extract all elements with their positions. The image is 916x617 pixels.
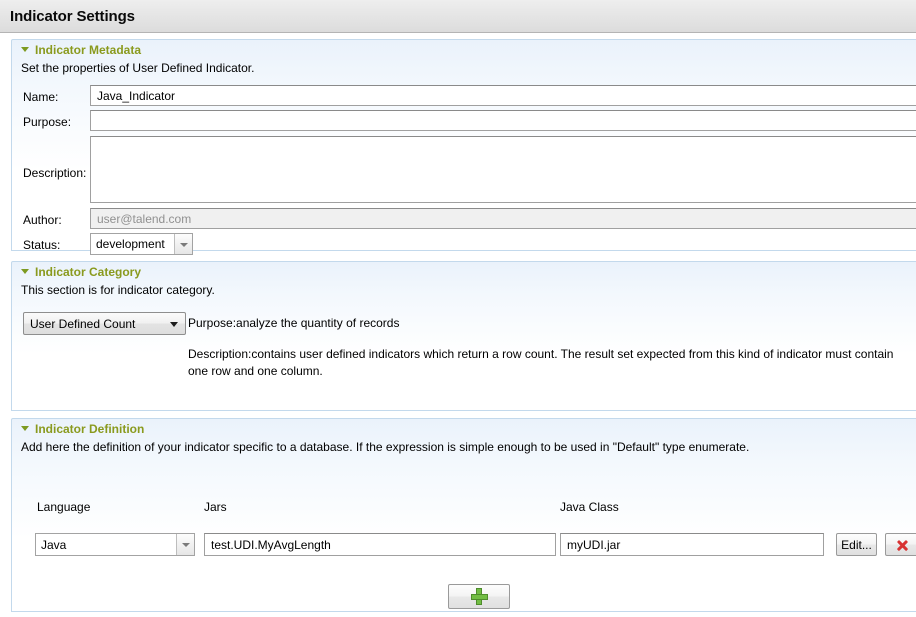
section-header-indicator-category[interactable]: Indicator Category [12, 262, 916, 281]
section-indicator-metadata: Indicator Metadata Set the properties of… [11, 39, 916, 251]
status-combo[interactable]: development [90, 233, 193, 255]
category-purpose-text: Purpose:analyze the quantity of records [188, 316, 913, 330]
chevron-down-icon[interactable] [174, 234, 192, 254]
edit-button-label: Edit... [841, 538, 872, 552]
chevron-down-icon [21, 45, 30, 54]
window-title-bar: Indicator Settings [0, 0, 916, 33]
name-label: Name: [23, 90, 58, 104]
green-plus-icon [471, 588, 488, 605]
section-indicator-definition: Indicator Definition Add here the defini… [11, 418, 916, 612]
red-x-icon [895, 538, 909, 552]
page-title: Indicator Settings [10, 8, 135, 25]
section-indicator-category: Indicator Category This section is for i… [11, 261, 916, 411]
purpose-input[interactable] [90, 110, 916, 131]
section-header-indicator-metadata[interactable]: Indicator Metadata [12, 40, 916, 59]
section-title-indicator-metadata: Indicator Metadata [35, 43, 141, 57]
language-combo[interactable]: Java [35, 533, 195, 556]
add-row-button[interactable] [448, 584, 510, 609]
section-description-indicator-definition: Add here the definition of your indicato… [12, 438, 916, 454]
status-combo-value: development [91, 234, 174, 254]
author-input [90, 208, 916, 229]
delete-row-button[interactable] [885, 533, 916, 556]
edit-button[interactable]: Edit... [836, 533, 877, 556]
chevron-down-icon[interactable] [176, 534, 194, 555]
form-body: Indicator Metadata Set the properties of… [0, 33, 916, 617]
java-class-input[interactable] [560, 533, 824, 556]
section-title-indicator-category: Indicator Category [35, 265, 141, 279]
section-title-indicator-definition: Indicator Definition [35, 422, 144, 436]
section-description-indicator-metadata: Set the properties of User Defined Indic… [12, 59, 916, 75]
status-label: Status: [23, 238, 60, 252]
purpose-label: Purpose: [23, 115, 71, 129]
chevron-down-icon [21, 424, 30, 433]
section-header-indicator-definition[interactable]: Indicator Definition [12, 419, 916, 438]
language-combo-value: Java [36, 534, 176, 555]
column-header-java-class: Java Class [560, 500, 619, 514]
category-description-text: Description:contains user defined indica… [188, 346, 914, 380]
name-input[interactable] [90, 85, 916, 106]
chevron-down-icon [21, 267, 30, 276]
column-header-jars: Jars [204, 500, 227, 514]
author-label: Author: [23, 213, 62, 227]
section-description-indicator-category: This section is for indicator category. [12, 281, 916, 297]
jars-input[interactable] [204, 533, 556, 556]
indicator-category-value: User Defined Count [30, 317, 135, 331]
column-header-language: Language [37, 500, 90, 514]
description-label: Description: [23, 166, 86, 180]
description-textarea[interactable] [90, 136, 916, 203]
indicator-category-select[interactable]: User Defined Count [23, 312, 186, 335]
